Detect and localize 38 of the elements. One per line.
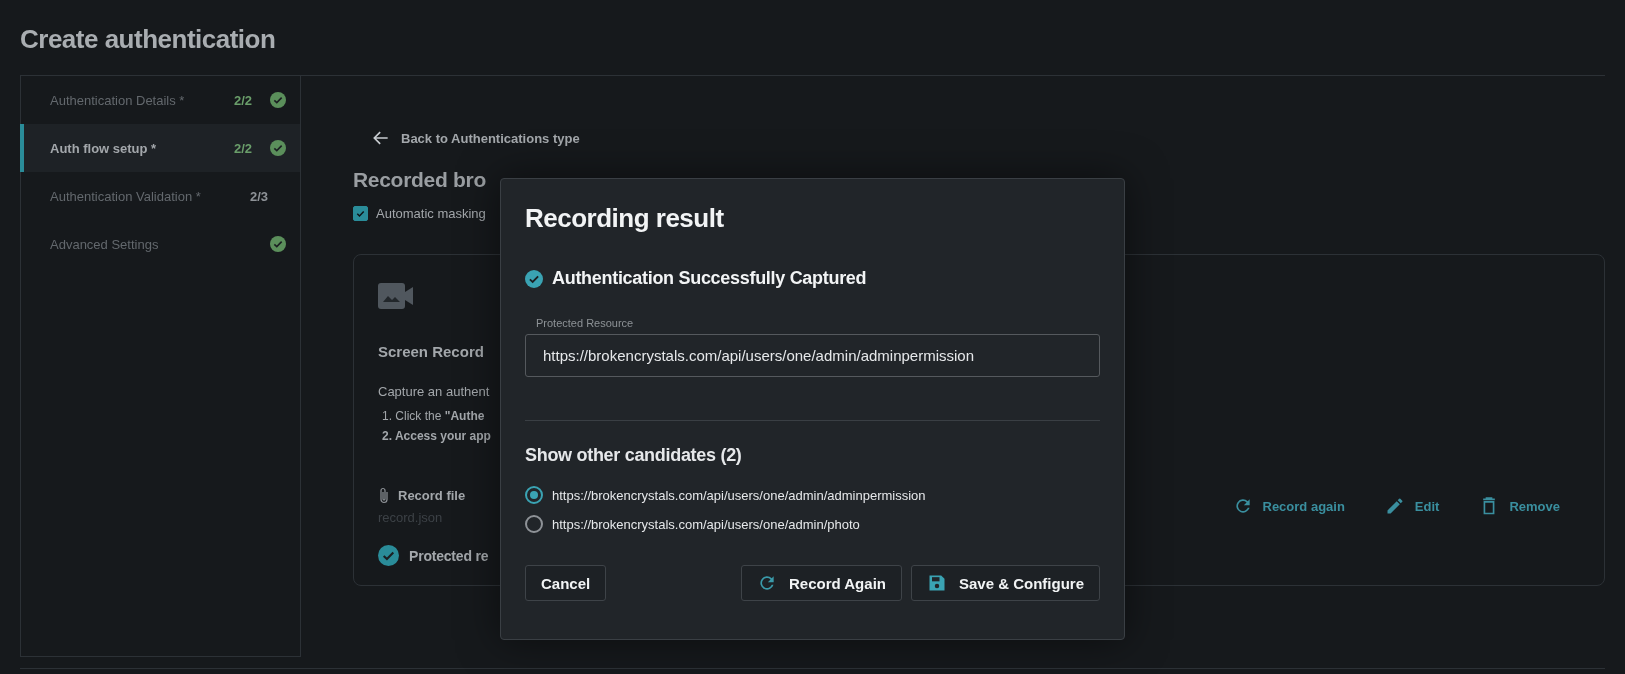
masking-checkbox[interactable] (353, 206, 368, 221)
instruction-step: 2. Access your app (378, 429, 491, 443)
step-count: 2/2 (234, 92, 254, 108)
action-link[interactable]: Edit (1384, 496, 1440, 516)
video-camera-icon (378, 281, 414, 311)
radio-button[interactable] (525, 515, 543, 533)
instruction-step: 1. Click the "Authe (378, 409, 485, 423)
step-count: 2/3 (250, 188, 270, 204)
step-item[interactable]: Authentication Validation * 2/3 (20, 172, 300, 220)
check-circle-icon (378, 545, 399, 566)
file-label: Record file (398, 488, 466, 503)
status-text: Authentication Successfully Captured (552, 268, 867, 289)
dialog-title: Recording result (525, 203, 725, 234)
radio-option[interactable]: https://brokencrystals.com/api/users/one/admin/photo (525, 515, 860, 533)
radio-button[interactable] (525, 486, 543, 504)
checkbox-label: Automatic masking (376, 206, 486, 221)
step-item[interactable]: Auth flow setup * 2/2 (20, 124, 300, 172)
paperclip-icon (378, 487, 390, 504)
field-label: Protected Resource (536, 317, 635, 329)
step-count: 2/2 (234, 140, 254, 156)
section-heading: Recorded bro (353, 168, 486, 192)
check-icon (355, 208, 366, 219)
cancel-button[interactable]: Cancel (525, 565, 607, 601)
step-item[interactable]: Authentication Details * 2/2 (20, 76, 300, 124)
card-description: Capture an authent (378, 384, 490, 399)
section-title: Show other candidates (2) (525, 445, 743, 466)
action-link[interactable]: Remove (1479, 496, 1560, 516)
card-title: Screen Record (378, 343, 484, 360)
record-again-button[interactable]: Record Again (741, 565, 902, 601)
save-button[interactable]: Save & Configure (910, 565, 1100, 601)
radio-option[interactable]: https://brokencrystals.com/api/users/one/admin/adminpermission (525, 486, 926, 504)
check-circle-icon (525, 269, 543, 288)
page-title: Create authentication (20, 24, 276, 55)
action-link[interactable]: Record again (1232, 496, 1345, 516)
refresh-icon (757, 573, 777, 593)
back-link[interactable]: Back to Authentications type (371, 128, 580, 148)
input-field[interactable]: https://brokencrystals.com/api/users/one/admin/adminpermission (525, 334, 1100, 377)
status-text: Protected re (409, 547, 489, 564)
